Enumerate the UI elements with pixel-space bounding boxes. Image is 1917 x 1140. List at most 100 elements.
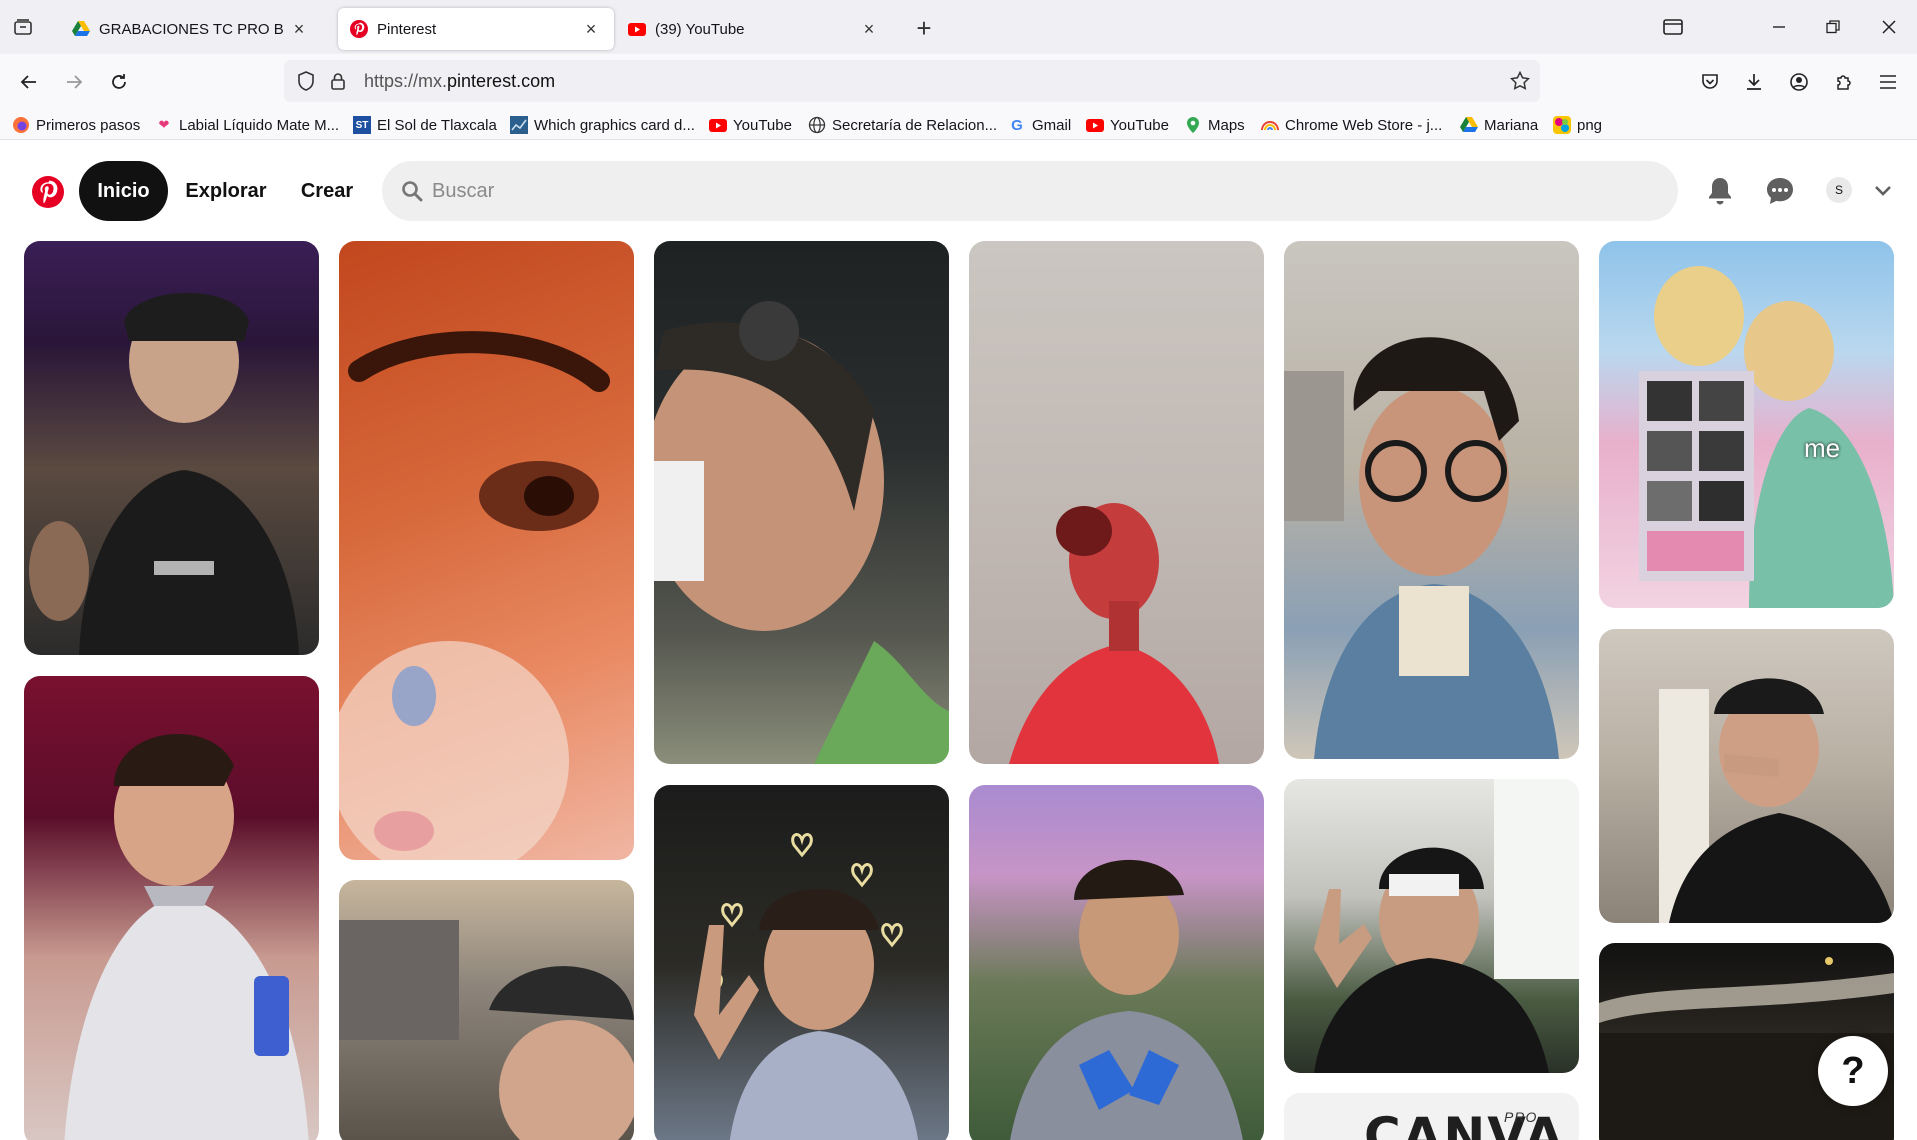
portrait-photo (1009, 503, 1219, 764)
new-tab-button[interactable]: + (910, 12, 938, 43)
pin-image[interactable] (1599, 629, 1894, 923)
url-text[interactable]: https://mx.pinterest.com (364, 71, 555, 92)
bookmark-label: Gmail (1032, 116, 1072, 134)
bookmark-star-icon[interactable] (1510, 71, 1530, 91)
url-prefix: https://mx. (364, 71, 448, 91)
tab-title: Pinterest (377, 20, 437, 38)
address-bar[interactable]: https://mx.pinterest.com (284, 60, 1540, 102)
tab-google-drive[interactable]: GRABACIONES TC PRO B8 G1 2( × (60, 8, 322, 50)
bookmark-label: YouTube (733, 116, 792, 134)
messages-button[interactable] (1763, 174, 1797, 208)
close-window-button[interactable] (1874, 12, 1904, 42)
bookmark-youtube-2[interactable]: YouTube (1086, 114, 1169, 136)
list-all-tabs-button[interactable] (10, 14, 36, 40)
google-icon: G (1011, 116, 1023, 134)
search-input[interactable] (432, 174, 1632, 208)
google-drive-icon (1460, 116, 1478, 134)
pin-image[interactable]: me (1599, 241, 1894, 608)
search-bar[interactable] (382, 161, 1678, 221)
meme-text: me (1804, 433, 1841, 463)
bookmark-label: Chrome Web Store - j... (1285, 116, 1443, 134)
tab-title: (39) YouTube (655, 20, 745, 38)
nav-explore-button[interactable]: Explorar (176, 161, 276, 221)
bookmark-label: El Sol de Tlaxcala (377, 116, 497, 134)
outdoor-portrait-photo (1010, 859, 1243, 1140)
pin-image[interactable] (654, 785, 949, 1140)
pin-image[interactable] (339, 241, 634, 860)
bookmark-youtube-1[interactable]: YouTube (709, 114, 792, 136)
close-tab-icon[interactable]: × (582, 19, 600, 39)
heart-icon: ❤ (158, 117, 170, 132)
account-options-button[interactable] (1866, 174, 1900, 208)
pocket-button[interactable] (1694, 66, 1726, 98)
youtube-icon (628, 20, 646, 38)
plus-icon: + (916, 12, 932, 43)
bookmark-labial[interactable]: ❤ Labial Líquido Mate M... (155, 114, 340, 136)
back-button[interactable] (13, 66, 45, 98)
download-icon (1747, 74, 1761, 90)
pin-image[interactable] (24, 676, 319, 1140)
nav-home-button[interactable]: Inicio (79, 161, 168, 221)
bell-icon (1709, 178, 1731, 205)
help-button[interactable]: ? (1818, 1036, 1888, 1106)
st-icon: ST (353, 116, 371, 134)
account-icon (1790, 73, 1808, 91)
beanie-selfie-photo (1314, 779, 1579, 1073)
google-drive-icon (72, 20, 90, 38)
closeup-face-cat-photo (339, 331, 610, 860)
canva-pro-text: PRO (1504, 1109, 1538, 1125)
bookmark-primeros-pasos[interactable]: Primeros pasos (12, 114, 140, 136)
pin-image[interactable] (339, 880, 634, 1140)
lock-icon[interactable] (328, 71, 348, 91)
shield-icon[interactable] (296, 71, 316, 91)
bookmark-mariana[interactable]: Mariana (1460, 114, 1538, 136)
close-tab-icon[interactable]: × (860, 19, 878, 39)
bookmarks-toolbar: Primeros pasos ❤ Labial Líquido Mate M..… (0, 110, 1917, 140)
downloads-button[interactable] (1738, 66, 1770, 98)
firefox-icon (12, 116, 30, 134)
bookmark-graphics-card[interactable]: Which graphics card d... (510, 114, 695, 136)
avatar[interactable]: S (1826, 177, 1852, 203)
bookmark-png[interactable]: png (1553, 114, 1602, 136)
pinterest-header: Inicio Explorar Crear S (0, 141, 1917, 241)
pin-image[interactable] (969, 241, 1264, 764)
bookmark-label: png (1577, 116, 1603, 134)
bookmark-el-sol[interactable]: ST El Sol de Tlaxcala (353, 114, 497, 136)
forward-button[interactable] (58, 66, 90, 98)
pinterest-logo-icon[interactable] (32, 176, 64, 208)
tab-youtube[interactable]: (39) YouTube × (616, 8, 892, 50)
pin-image-canva[interactable]: CANVA PRO (1284, 1093, 1579, 1140)
pin-image[interactable] (1284, 241, 1579, 759)
collage-meme-photo (1639, 266, 1894, 608)
extensions-button[interactable] (1828, 66, 1860, 98)
account-button[interactable] (1783, 66, 1815, 98)
notifications-button[interactable] (1703, 174, 1737, 208)
bookmark-label: Primeros pasos (36, 116, 141, 134)
close-icon (1882, 20, 1896, 34)
bookmark-gmail[interactable]: G Gmail (1008, 114, 1071, 136)
bookmark-chrome-web-store[interactable]: Chrome Web Store - j... (1261, 114, 1442, 136)
selfie-photo (1659, 678, 1894, 923)
portrait-photo (64, 733, 309, 1140)
tab-sidebar-button[interactable] (1658, 12, 1688, 42)
puzzle-icon (1837, 75, 1851, 90)
chart-icon (510, 116, 528, 134)
glasses-selfie-photo (1284, 337, 1559, 759)
bookmark-maps[interactable]: Maps (1184, 114, 1245, 136)
search-icon (402, 181, 423, 202)
pin-image[interactable] (969, 785, 1264, 1140)
pin-image[interactable] (24, 241, 319, 655)
pin-image[interactable] (1284, 779, 1579, 1073)
reload-button[interactable] (103, 66, 135, 98)
minimize-button[interactable] (1764, 12, 1794, 42)
restore-button[interactable] (1818, 12, 1848, 42)
bookmark-secretaria[interactable]: Secretaría de Relacion... (808, 114, 997, 136)
nav-create-button[interactable]: Crear (292, 161, 362, 221)
tab-pinterest[interactable]: Pinterest × (338, 8, 614, 50)
chevron-down-icon (1875, 186, 1891, 196)
menu-button[interactable] (1872, 66, 1904, 98)
close-tab-icon[interactable]: × (290, 19, 308, 39)
pin-image[interactable] (654, 241, 949, 764)
globe-icon (808, 116, 826, 134)
tab-list-icon (14, 19, 32, 35)
